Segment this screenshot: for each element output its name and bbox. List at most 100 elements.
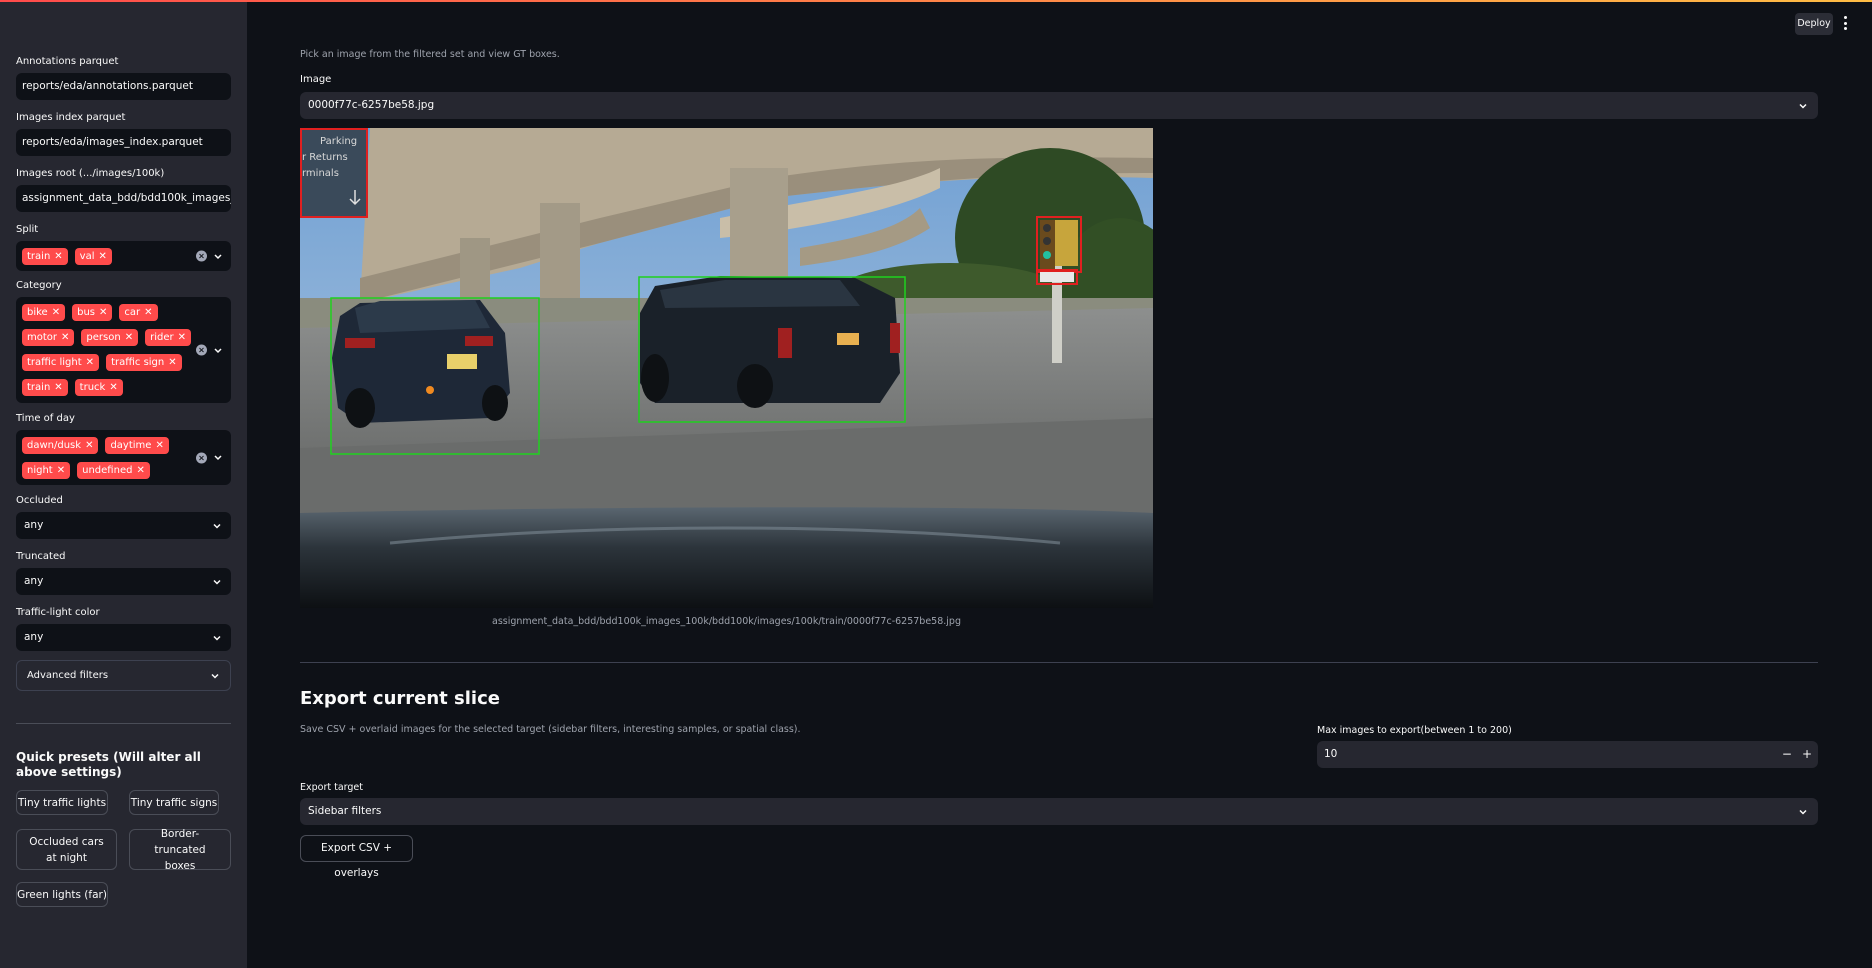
remove-chip-icon[interactable]: ✕ (57, 462, 65, 479)
category-label: Category (16, 280, 62, 291)
section-divider (300, 662, 1818, 663)
chevron-down-icon (213, 635, 221, 641)
occluded-label: Occluded (16, 495, 63, 506)
remove-chip-icon[interactable]: ✕ (109, 379, 117, 396)
category-chip-traffic-light[interactable]: traffic light ✕ (22, 354, 100, 371)
preset-tiny-traffic-signs-button[interactable]: Tiny traffic signs (129, 790, 219, 815)
truncated-select[interactable]: any (16, 568, 231, 595)
remove-chip-icon[interactable]: ✕ (61, 329, 69, 346)
occluded-select[interactable]: any (16, 512, 231, 539)
export-target-select[interactable]: Sidebar filters (300, 798, 1818, 825)
image-path-caption: assignment_data_bdd/bdd100k_images_100k/… (492, 616, 961, 627)
sidebar-divider (16, 723, 231, 724)
images-index-label: Images index parquet (16, 112, 126, 123)
annotations-parquet-label: Annotations parquet (16, 56, 119, 67)
truncated-label: Truncated (16, 551, 66, 562)
top-decoration-bar (0, 0, 1872, 2)
chevron-down-icon (213, 579, 221, 585)
clear-all-icon[interactable]: × (196, 344, 207, 356)
remove-chip-icon[interactable]: ✕ (85, 437, 93, 454)
chevron-down-icon (1799, 103, 1807, 109)
deploy-button[interactable]: Deploy (1795, 13, 1833, 35)
split-chip-train[interactable]: train ✕ (22, 248, 68, 265)
preset-border-truncated-button[interactable]: Border-truncated boxes (129, 828, 231, 872)
preset-tiny-traffic-lights-button[interactable]: Tiny traffic lights (16, 790, 108, 815)
category-chip-train[interactable]: train ✕ (22, 379, 68, 396)
time-of-day-label: Time of day (16, 413, 75, 424)
time-of-day-multiselect[interactable]: dawn/dusk ✕ daytime ✕ night ✕ undefined ✕ × (16, 430, 231, 485)
remove-chip-icon[interactable]: ✕ (52, 304, 60, 321)
remove-chip-icon[interactable]: ✕ (144, 304, 152, 321)
image-select-label: Image (300, 74, 332, 85)
chevron-down-icon[interactable] (213, 453, 223, 463)
clear-all-icon[interactable]: × (196, 250, 207, 262)
time-chip-night[interactable]: night ✕ (22, 462, 71, 479)
category-field: Category bike ✕ bus ✕ car ✕ motor ✕ person ✕ … (16, 279, 231, 403)
category-chip-rider[interactable]: rider ✕ (145, 329, 191, 346)
page-caption: Pick an image from the filtered set and … (300, 49, 560, 60)
split-field: Split train ✕ val ✕ × (16, 223, 231, 271)
increment-button[interactable]: + (1802, 741, 1812, 768)
quick-presets-title: Quick presets (Will alter all above sett… (16, 750, 201, 779)
remove-chip-icon[interactable]: ✕ (155, 437, 163, 454)
main-menu-icon[interactable] (1842, 16, 1848, 30)
remove-chip-icon[interactable]: ✕ (125, 329, 133, 346)
category-multiselect[interactable]: bike ✕ bus ✕ car ✕ motor ✕ person ✕ rider ✕ tr… (16, 297, 231, 403)
traffic-light-color-field: Traffic-light color any (16, 606, 231, 651)
remove-chip-icon[interactable]: ✕ (136, 462, 144, 479)
images-root-input[interactable]: assignment_data_bdd/bdd100k_images_100 (16, 185, 231, 212)
export-section-title: Export current slice (300, 688, 500, 709)
sign-text-line-3: rminals (302, 168, 339, 179)
street-scene-image: Parking r Returns rminals (300, 128, 1153, 608)
sign-text-line-1: Parking (320, 136, 357, 147)
category-chip-motor[interactable]: motor ✕ (22, 329, 75, 346)
category-chip-traffic-sign[interactable]: traffic sign ✕ (106, 354, 182, 371)
traffic-light-color-label: Traffic-light color (16, 607, 100, 618)
time-chip-undefined[interactable]: undefined ✕ (77, 462, 150, 479)
split-label: Split (16, 224, 39, 235)
sidebar: Annotations parquet reports/eda/annotati… (0, 0, 247, 968)
split-chip-val[interactable]: val ✕ (74, 248, 112, 265)
category-chip-car[interactable]: car ✕ (119, 304, 158, 321)
export-csv-button[interactable]: Export CSV + overlays (300, 835, 413, 879)
images-index-field: Images index parquet reports/eda/images_… (16, 111, 231, 156)
max-images-input[interactable]: 10 − + (1317, 741, 1818, 768)
chevron-down-icon[interactable] (213, 251, 223, 261)
chevron-down-icon[interactable] (213, 345, 223, 355)
remove-chip-icon[interactable]: ✕ (178, 329, 186, 346)
category-chip-truck[interactable]: truck ✕ (74, 379, 123, 396)
remove-chip-icon[interactable]: ✕ (168, 354, 176, 371)
advanced-filters-expander[interactable]: Advanced filters (16, 660, 231, 691)
decrement-button[interactable]: − (1782, 741, 1792, 768)
images-index-input[interactable]: reports/eda/images_index.parquet (16, 129, 231, 156)
occluded-field: Occluded any (16, 494, 231, 539)
remove-chip-icon[interactable]: ✕ (99, 304, 107, 321)
preset-occluded-cars-night-button[interactable]: Occluded cars at night (16, 829, 117, 870)
category-chip-bus[interactable]: bus ✕ (72, 304, 113, 321)
preset-green-lights-far-button[interactable]: Green lights (far) (16, 882, 108, 907)
remove-chip-icon[interactable]: ✕ (99, 248, 107, 265)
remove-chip-icon[interactable]: ✕ (54, 379, 62, 396)
chevron-down-icon (211, 673, 219, 679)
image-select[interactable]: 0000f77c-6257be58.jpg (300, 92, 1818, 119)
time-chip-dawn-dusk[interactable]: dawn/dusk ✕ (22, 437, 99, 454)
chevron-down-icon (1799, 809, 1807, 815)
remove-chip-icon[interactable]: ✕ (54, 248, 62, 265)
category-chip-bike[interactable]: bike ✕ (22, 304, 66, 321)
truncated-field: Truncated any (16, 550, 231, 595)
images-root-field: Images root (.../images/100k) assignment… (16, 167, 231, 212)
annotations-parquet-input[interactable]: reports/eda/annotations.parquet (16, 73, 231, 100)
time-of-day-field: Time of day dawn/dusk ✕ daytime ✕ night ✕ u… (16, 412, 231, 485)
category-chip-person[interactable]: person ✕ (81, 329, 139, 346)
sign-text-line-2: r Returns (302, 152, 348, 163)
traffic-light-color-select[interactable]: any (16, 624, 231, 651)
clear-all-icon[interactable]: × (196, 452, 207, 463)
annotated-image: Parking r Returns rminals (300, 128, 1153, 608)
max-images-label: Max images to export(between 1 to 200) (1317, 725, 1512, 736)
remove-chip-icon[interactable]: ✕ (86, 354, 94, 371)
annotations-parquet-field: Annotations parquet reports/eda/annotati… (16, 55, 231, 100)
time-chip-daytime[interactable]: daytime ✕ (105, 437, 169, 454)
split-multiselect[interactable]: train ✕ val ✕ × (16, 241, 231, 271)
chevron-down-icon (213, 523, 221, 529)
images-root-label: Images root (.../images/100k) (16, 168, 165, 179)
